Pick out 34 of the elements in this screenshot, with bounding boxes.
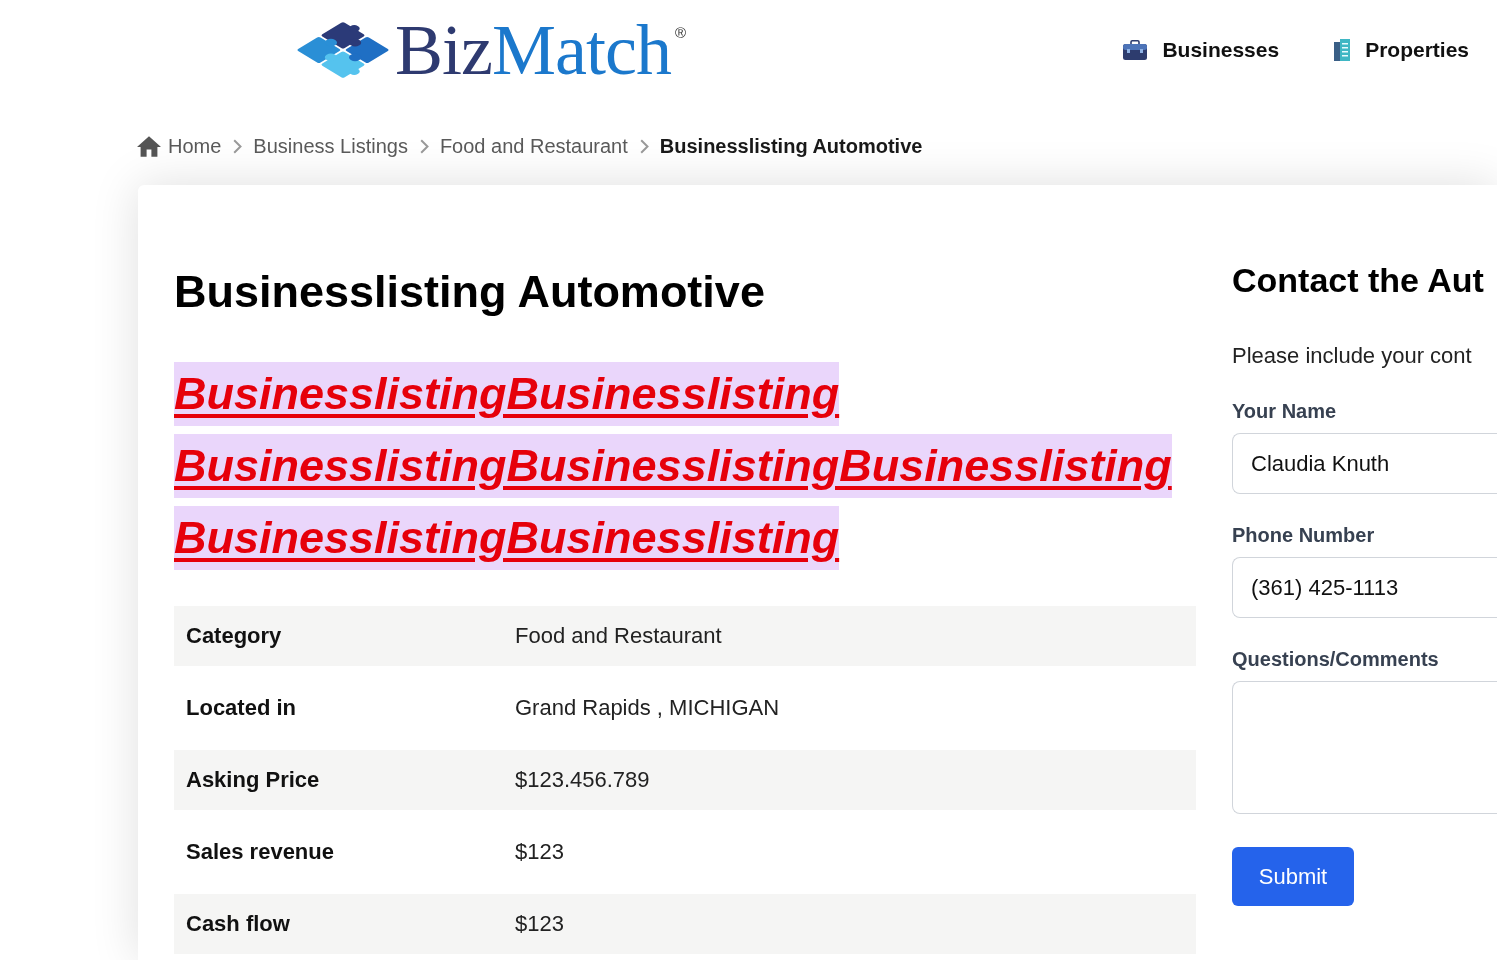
logo-wordmark: BizMatch$^{®}$ bbox=[395, 14, 685, 86]
input-field[interactable]: Claudia Knuth bbox=[1232, 433, 1497, 494]
breadcrumb-link[interactable]: Home bbox=[137, 134, 222, 158]
briefcase-icon bbox=[1123, 40, 1148, 60]
breadcrumb-link[interactable]: Food and Restaurant bbox=[439, 134, 628, 158]
nav-link[interactable]: Properties bbox=[1334, 38, 1469, 62]
breadcrumb-current-page: Businesslisting Automotive bbox=[659, 134, 923, 158]
input-field[interactable]: (361) 425-1113 bbox=[1232, 557, 1497, 618]
home-icon bbox=[137, 135, 161, 157]
building-icon bbox=[1334, 39, 1351, 61]
detail-label: Located in bbox=[185, 695, 297, 721]
detail-value: $123.456.789 bbox=[515, 767, 651, 793]
chevron-icon bbox=[639, 138, 649, 154]
contact-heading: Contact the Aut bbox=[1232, 260, 1484, 301]
chevron-icon bbox=[419, 138, 429, 154]
listing-title: Businesslisting Automotive bbox=[174, 265, 766, 319]
brand-logo-link[interactable]: BizMatch$^{®}$ bbox=[295, 14, 685, 86]
field-label: Questions/Comments bbox=[1232, 647, 1439, 672]
submit-button[interactable]: Submit bbox=[1232, 847, 1354, 906]
detail-value: Grand Rapids , MICHIGAN bbox=[515, 695, 781, 721]
breadcrumb-link[interactable]: Business Listings bbox=[253, 134, 408, 158]
detail-label: Sales revenue bbox=[185, 839, 335, 865]
detail-label: Category bbox=[185, 623, 283, 649]
nav-link[interactable]: Businesses bbox=[1123, 38, 1280, 62]
field-label: Your Name bbox=[1232, 399, 1337, 424]
chevron-icon bbox=[233, 138, 243, 154]
detail-label: Asking Price bbox=[185, 767, 321, 793]
detail-value: $123 bbox=[515, 911, 565, 937]
contact-intro-text: Please include your cont bbox=[1232, 342, 1472, 370]
detail-label: Cash flow bbox=[185, 911, 291, 937]
field-label: Phone Number bbox=[1232, 523, 1375, 548]
detail-value: Food and Restaurant bbox=[515, 623, 723, 649]
detail-value: $123 bbox=[515, 839, 565, 865]
textarea-field[interactable] bbox=[1232, 681, 1497, 814]
